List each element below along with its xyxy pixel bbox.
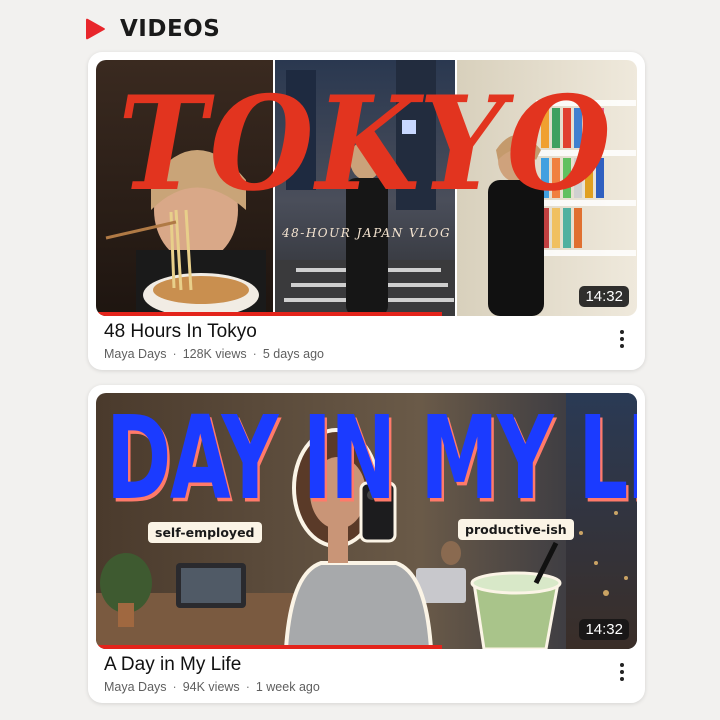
video-subline: Maya Days · 94K views · 1 week ago — [104, 680, 605, 694]
separator-dot: · — [172, 680, 177, 694]
thumbnail-tag-left: self-employed — [148, 522, 262, 543]
section-header: VIDEOS — [82, 14, 220, 44]
thumbnail-title: TOKYO — [118, 68, 614, 221]
upload-age: 1 week ago — [255, 680, 320, 694]
thumbnail-subtitle: 48-HOUR JAPAN VLOG — [282, 226, 452, 240]
watch-progress-bar — [96, 645, 443, 649]
video-thumbnail[interactable]: DAY IN MY LIFE self-employed productive-… — [96, 393, 637, 649]
video-subline: Maya Days · 128K views · 5 days ago — [104, 347, 605, 361]
upload-age: 5 days ago — [262, 347, 324, 361]
more-options-icon[interactable] — [617, 663, 627, 681]
video-card[interactable]: DAY IN MY LIFE self-employed productive-… — [88, 385, 645, 703]
separator-dot: · — [252, 347, 257, 361]
video-thumbnail[interactable]: TOKYO 48-HOUR JAPAN VLOG 14:32 — [96, 60, 637, 316]
video-meta: 48 Hours In Tokyo Maya Days · 128K views… — [104, 320, 605, 361]
view-count: 94K views — [182, 680, 240, 694]
play-icon — [86, 18, 105, 40]
video-card[interactable]: TOKYO 48-HOUR JAPAN VLOG 14:32 48 Hours … — [88, 52, 645, 370]
channel-name[interactable]: Maya Days — [104, 680, 167, 694]
section-title: VIDEOS — [120, 16, 221, 42]
duration-badge: 14:32 — [579, 286, 629, 307]
video-title[interactable]: 48 Hours In Tokyo — [104, 320, 605, 344]
video-title[interactable]: A Day in My Life — [104, 653, 605, 677]
thumbnail-title: DAY IN MY LIFE — [106, 393, 637, 526]
separator-dot: · — [172, 347, 177, 361]
more-options-icon[interactable] — [617, 330, 627, 348]
duration-badge: 14:32 — [579, 619, 629, 640]
separator-dot: · — [245, 680, 250, 694]
thumbnail-tag-right: productive-ish — [458, 519, 574, 540]
watch-progress-bar — [96, 312, 443, 316]
channel-name[interactable]: Maya Days — [104, 347, 167, 361]
view-count: 128K views — [182, 347, 247, 361]
video-meta: A Day in My Life Maya Days · 94K views ·… — [104, 653, 605, 694]
